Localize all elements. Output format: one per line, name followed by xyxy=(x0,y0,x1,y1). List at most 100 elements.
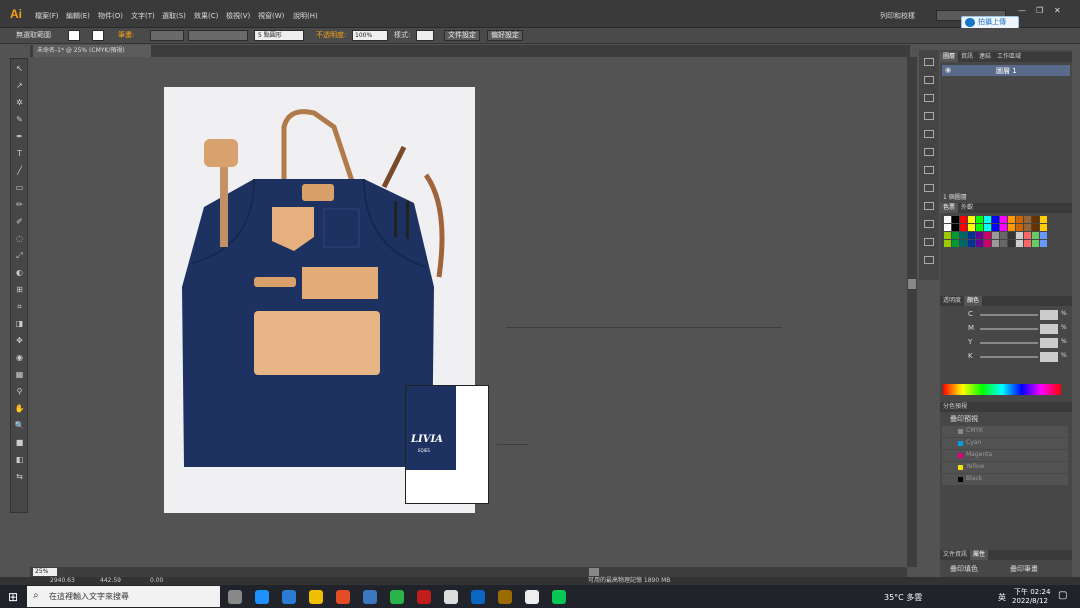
taskbar-app-icon[interactable] xyxy=(390,590,404,604)
swatch[interactable] xyxy=(1024,216,1031,223)
swatch[interactable] xyxy=(952,232,959,239)
layer-row[interactable]: ◉ 圖層 1 xyxy=(942,65,1070,76)
panel-tab-1[interactable]: 顏色 xyxy=(964,296,983,306)
swatch[interactable] xyxy=(944,240,951,247)
eye-icon[interactable]: ◉ xyxy=(945,66,951,74)
swatch[interactable] xyxy=(960,240,967,247)
swatch[interactable] xyxy=(1008,216,1015,223)
panel-tab-3[interactable]: 工作區域 xyxy=(994,52,1024,62)
tool-icon-2[interactable]: ✲ xyxy=(13,97,26,108)
taskbar-search[interactable]: 在這裡輸入文字來搜尋 xyxy=(27,586,220,607)
stroke-swatch[interactable] xyxy=(92,30,104,41)
swatch[interactable] xyxy=(968,224,975,231)
tool-icon-3[interactable]: ✎ xyxy=(13,114,26,125)
swatch[interactable] xyxy=(1032,232,1039,239)
maximize-button[interactable]: ❐ xyxy=(1036,6,1043,15)
separation-row[interactable]: CMYK xyxy=(942,426,1068,437)
swatch[interactable] xyxy=(968,216,975,223)
menu-item-0[interactable]: 檔案(F) xyxy=(35,11,59,21)
swatch[interactable] xyxy=(1032,216,1039,223)
panel-toggle-icon[interactable] xyxy=(924,166,934,174)
swatch[interactable] xyxy=(952,216,959,223)
ime-indicator[interactable]: 英 xyxy=(998,592,1006,603)
swatch[interactable] xyxy=(944,216,951,223)
menu-item-7[interactable]: 視窗(W) xyxy=(258,11,284,21)
panel-toggle-icon[interactable] xyxy=(924,58,934,66)
tool-icon-13[interactable]: ⊞ xyxy=(13,284,26,295)
tool-icon-17[interactable]: ◉ xyxy=(13,352,26,363)
tool-icon-16[interactable]: ✥ xyxy=(13,335,26,346)
start-button[interactable]: ⊞ xyxy=(8,590,18,604)
color-spectrum[interactable] xyxy=(943,384,1061,395)
panel-toggle-icon[interactable] xyxy=(924,94,934,102)
swatch[interactable] xyxy=(976,216,983,223)
tool-icon-5[interactable]: T xyxy=(13,148,26,159)
swatch[interactable] xyxy=(1032,224,1039,231)
taskbar-app-icon[interactable] xyxy=(309,590,323,604)
swatch[interactable] xyxy=(1008,224,1015,231)
menu-item-2[interactable]: 物件(O) xyxy=(98,11,123,21)
horizontal-scrollbar[interactable]: 25% xyxy=(30,567,907,577)
swatch[interactable] xyxy=(960,232,967,239)
taskbar-app-icon[interactable] xyxy=(471,590,485,604)
tool-icon-11[interactable]: ⤢ xyxy=(13,250,26,261)
separation-row[interactable]: Yellow xyxy=(942,462,1068,473)
vscroll-thumb[interactable] xyxy=(908,279,916,289)
menu-item-3[interactable]: 文字(T) xyxy=(131,11,155,21)
swatch[interactable] xyxy=(992,232,999,239)
swatch[interactable] xyxy=(1000,240,1007,247)
variable-width-field[interactable] xyxy=(188,30,248,41)
clock-time[interactable]: 下午 02:24 xyxy=(1014,587,1050,597)
zoom-field[interactable]: 25% xyxy=(33,568,57,576)
swatch[interactable] xyxy=(992,224,999,231)
swatch[interactable] xyxy=(944,224,951,231)
tool-icon-9[interactable]: ✐ xyxy=(13,216,26,227)
separation-row[interactable]: Magenta xyxy=(942,450,1068,461)
swatch[interactable] xyxy=(1040,232,1047,239)
panel-tab-1[interactable]: 外觀 xyxy=(958,203,976,213)
hscroll-thumb[interactable] xyxy=(589,568,599,576)
tool-icon-21[interactable]: 🔍 xyxy=(13,420,26,431)
swatch[interactable] xyxy=(1024,240,1031,247)
separation-row[interactable]: Black xyxy=(942,474,1068,485)
fill-swatch[interactable] xyxy=(68,30,80,41)
notification-icon[interactable]: ▢ xyxy=(1058,590,1067,601)
color-slider-M[interactable] xyxy=(980,328,1038,330)
panel-tab-1[interactable]: 資訊 xyxy=(958,52,976,62)
taskbar-app-icon[interactable] xyxy=(282,590,296,604)
menu-item-6[interactable]: 檢視(V) xyxy=(226,11,250,21)
tool-icon-15[interactable]: ◨ xyxy=(13,318,26,329)
swatch[interactable] xyxy=(976,240,983,247)
tool-icon-8[interactable]: ✏ xyxy=(13,199,26,210)
overprint-preview-checkbox[interactable]: 疊印預視 xyxy=(950,414,978,424)
separation-row[interactable]: Cyan xyxy=(942,438,1068,449)
panel-tab-2[interactable]: 連結 xyxy=(976,52,994,62)
taskbar-app-icon[interactable] xyxy=(363,590,377,604)
panel-tab-0[interactable]: 色票 xyxy=(940,203,959,213)
swatch[interactable] xyxy=(976,224,983,231)
tool-icon-7[interactable]: ▭ xyxy=(13,182,26,193)
preferences-button[interactable]: 偏好設定 xyxy=(487,30,523,41)
swatch[interactable] xyxy=(960,216,967,223)
swatch[interactable] xyxy=(944,232,951,239)
panel-tab-1[interactable]: 屬性 xyxy=(970,550,989,560)
swatch[interactable] xyxy=(968,232,975,239)
swatch[interactable] xyxy=(1000,232,1007,239)
tool-icon-4[interactable]: ✒ xyxy=(13,131,26,142)
swatch[interactable] xyxy=(1000,224,1007,231)
tool-icon-14[interactable]: ⌗ xyxy=(13,301,26,312)
color-value-K[interactable] xyxy=(1040,352,1058,362)
minimize-button[interactable]: — xyxy=(1018,6,1026,15)
swatch[interactable] xyxy=(984,240,991,247)
panel-toggle-icon[interactable] xyxy=(924,148,934,156)
document-tab[interactable]: 未命名-1* @ 25% (CMYK/預視) xyxy=(33,45,151,57)
brush-definition[interactable]: 5 點圓形 xyxy=(254,30,304,41)
swatch[interactable] xyxy=(984,216,991,223)
tool-icon-6[interactable]: ╱ xyxy=(13,165,26,176)
vertical-scrollbar[interactable] xyxy=(907,57,917,567)
menu-item-4[interactable]: 選取(S) xyxy=(162,11,186,21)
taskbar-app-icon[interactable] xyxy=(228,590,242,604)
style-swatch[interactable] xyxy=(416,30,434,41)
panel-tab-0[interactable]: 文件資訊 xyxy=(940,550,970,560)
panel-toggle-icon[interactable] xyxy=(924,112,934,120)
